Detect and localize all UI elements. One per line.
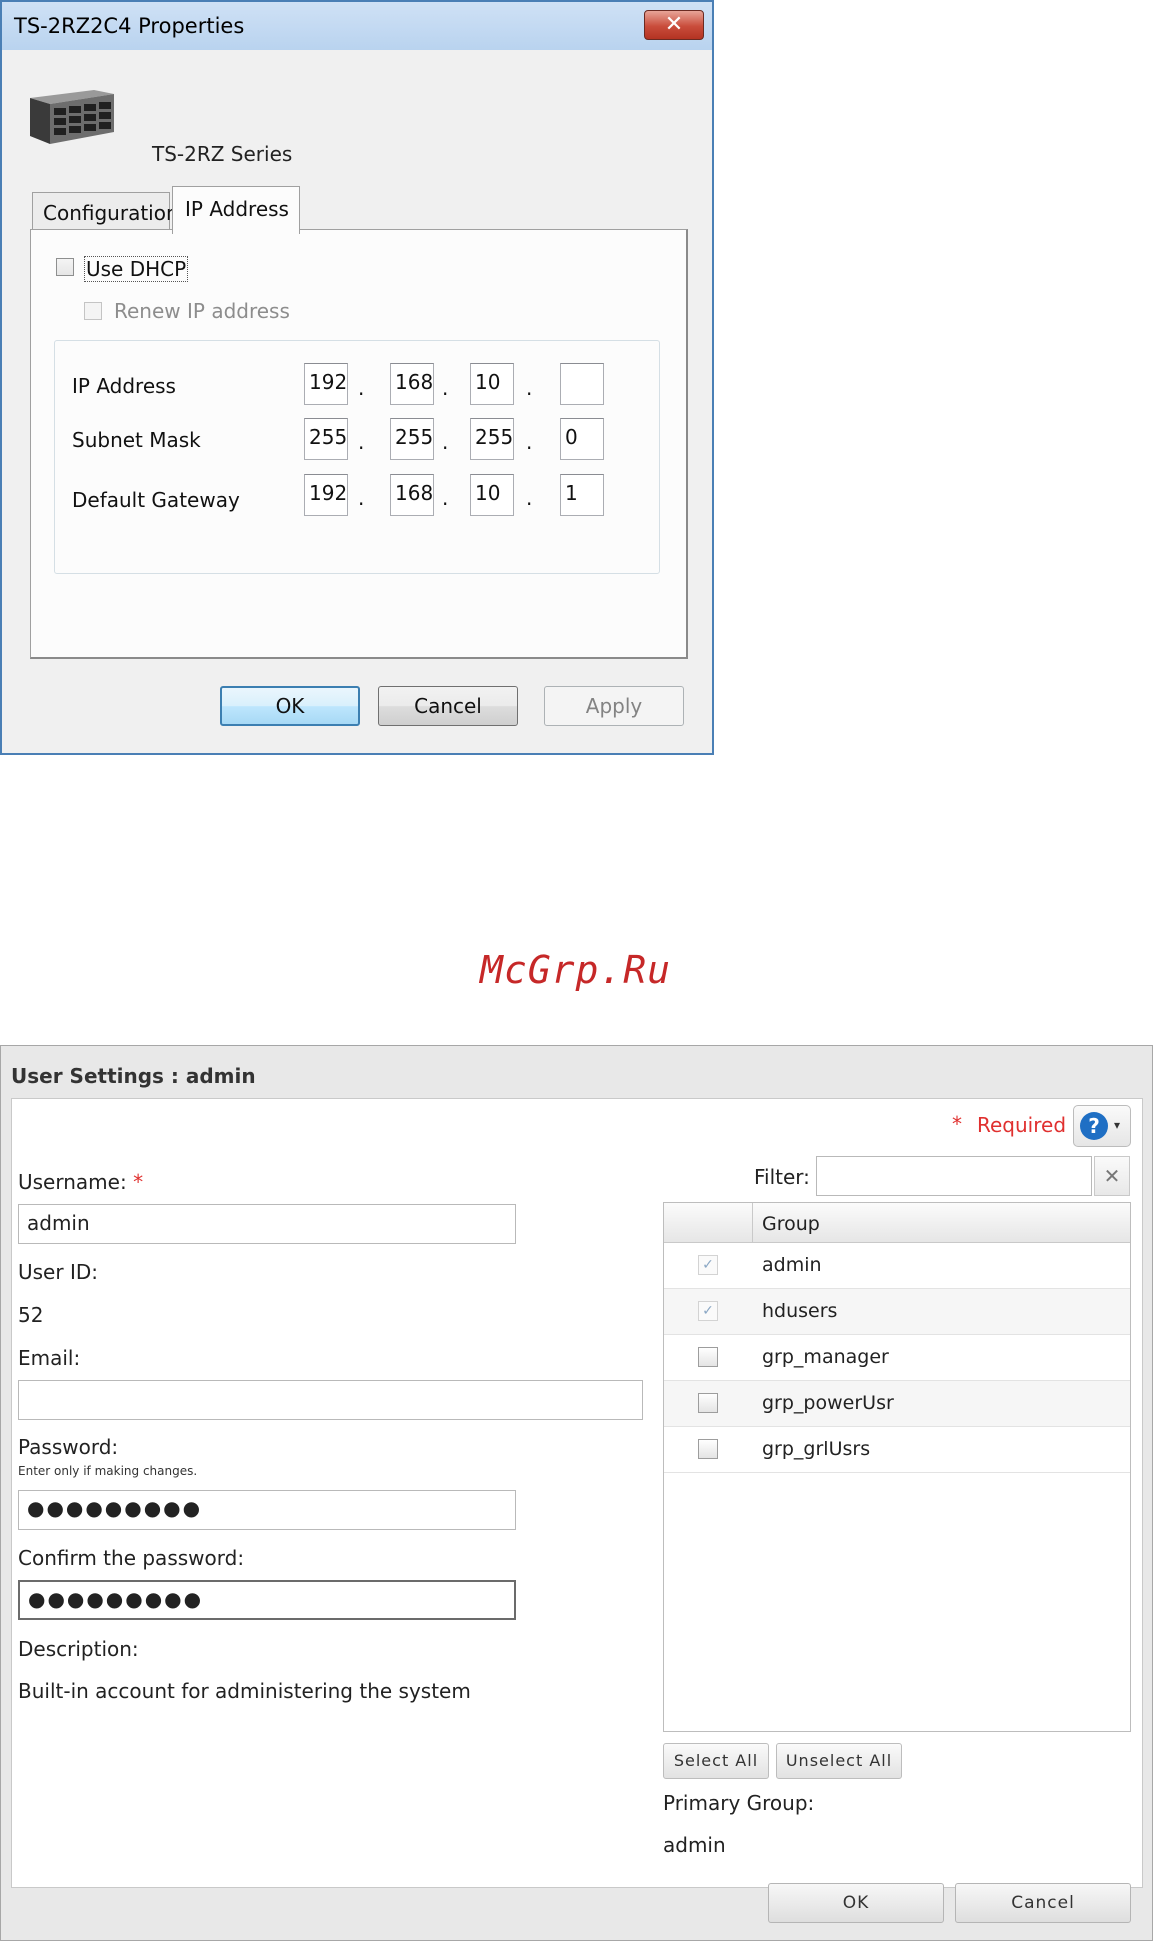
octet-separator: . [442,430,449,454]
octet-separator: . [526,430,533,454]
required-star: * [133,1170,144,1194]
close-icon: ✕ [1103,1164,1121,1188]
product-name: TS-2RZ Series [152,142,293,166]
user-id-value: 52 [18,1303,44,1327]
confirm-password-label: Confirm the password: [18,1546,245,1570]
user-id-label: User ID: [18,1260,98,1284]
ip-address-octet-1[interactable]: 192 [304,363,348,405]
properties-dialog: TS-2RZ2C4 Properties ✕ TS-2RZ Series Con… [0,0,714,755]
password-input[interactable]: ●●●●●●●●● [18,1490,516,1530]
clear-filter-button[interactable]: ✕ [1094,1156,1130,1196]
gateway-octet-1[interactable]: 192 [304,474,348,516]
group-name: grp_grlUsrs [762,1438,871,1460]
octet-separator: . [442,376,449,400]
table-row[interactable]: grp_grlUsrs [664,1427,1130,1473]
table-row[interactable]: ✓ admin [664,1243,1130,1289]
check-icon: ✓ [702,1303,714,1319]
tab-label: IP Address [185,197,289,221]
help-button[interactable]: ? ▾ [1073,1105,1131,1147]
use-dhcp-checkbox[interactable] [56,258,74,276]
subnet-mask-label: Subnet Mask [72,428,201,452]
dialog-title: TS-2RZ2C4 Properties [14,14,245,38]
group-table: Group ✓ admin ✓ hdusers grp_manager grp_… [663,1202,1131,1732]
subnet-mask-octet-1[interactable]: 255 [304,418,348,460]
ip-address-octet-3[interactable]: 10 [470,363,514,405]
subnet-mask-octet-2[interactable]: 255 [390,418,434,460]
ok-button[interactable]: OK [220,686,360,726]
group-checkbox[interactable] [698,1347,718,1367]
group-column-header[interactable]: Group [762,1213,820,1235]
renew-ip-checkbox[interactable] [84,302,102,320]
ok-button[interactable]: OK [768,1883,944,1923]
select-all-button[interactable]: Select All [663,1743,769,1779]
renew-ip-label: Renew IP address [114,299,290,323]
filter-input[interactable] [816,1156,1092,1196]
group-checkbox[interactable] [698,1439,718,1459]
gateway-octet-3[interactable]: 10 [470,474,514,516]
email-input[interactable] [18,1380,643,1420]
required-star: * [952,1112,962,1136]
help-icon: ? [1080,1112,1108,1140]
group-checkbox[interactable] [698,1393,718,1413]
table-row[interactable]: grp_powerUsr [664,1381,1130,1427]
group-name: grp_manager [762,1346,889,1368]
default-gateway-label: Default Gateway [72,488,240,512]
password-label: Password: [18,1435,119,1459]
octet-separator: . [526,486,533,510]
confirm-password-input[interactable]: ●●●●●●●●● [18,1580,516,1620]
column-divider [752,1203,753,1243]
apply-button[interactable]: Apply [544,686,684,726]
tab-configuration[interactable]: Configuration [32,192,179,230]
tab-label: Configuration [43,201,179,225]
cancel-button[interactable]: Cancel [378,686,518,726]
description-value: Built-in account for administering the s… [18,1679,471,1703]
subnet-mask-octet-3[interactable]: 255 [470,418,514,460]
subnet-mask-octet-4[interactable]: 0 [560,418,604,460]
table-row[interactable]: grp_manager [664,1335,1130,1381]
unselect-all-button[interactable]: Unselect All [776,1743,902,1779]
chevron-down-icon: ▾ [1114,1118,1121,1132]
dialog-title: User Settings : admin [11,1064,256,1088]
octet-separator: . [358,430,365,454]
group-name: admin [762,1254,822,1276]
table-header: Group [664,1203,1130,1243]
close-button[interactable]: ✕ [644,10,704,40]
ip-address-label: IP Address [72,374,176,398]
username-input[interactable]: admin [18,1204,516,1244]
use-dhcp-label[interactable]: Use DHCP [84,256,189,282]
check-icon: ✓ [702,1257,714,1273]
octet-separator: . [358,376,365,400]
octet-separator: . [442,486,449,510]
primary-group-value: admin [663,1833,726,1857]
table-row[interactable]: ✓ hdusers [664,1289,1130,1335]
octet-separator: . [358,486,365,510]
email-label: Email: [18,1346,81,1370]
watermark: McGrp.Ru [480,948,672,992]
cancel-button[interactable]: Cancel [955,1883,1131,1923]
title-bar: TS-2RZ2C4 Properties ✕ [2,2,712,50]
group-checkbox[interactable]: ✓ [698,1301,718,1321]
group-name: hdusers [762,1300,838,1322]
required-label: Required [977,1113,1067,1137]
nas-device-icon [30,90,114,144]
tab-ip-address[interactable]: IP Address [172,186,300,234]
gateway-octet-4[interactable]: 1 [560,474,604,516]
password-hint: Enter only if making changes. [18,1464,198,1478]
username-label: Username: * [18,1170,144,1194]
description-label: Description: [18,1637,139,1661]
primary-group-label: Primary Group: [663,1791,815,1815]
gateway-octet-2[interactable]: 168 [390,474,434,516]
ip-address-octet-4[interactable] [560,363,604,405]
group-checkbox[interactable]: ✓ [698,1255,718,1275]
group-name: grp_powerUsr [762,1392,894,1414]
octet-separator: . [526,376,533,400]
filter-label: Filter: [754,1165,810,1189]
ip-address-octet-2[interactable]: 168 [390,363,434,405]
